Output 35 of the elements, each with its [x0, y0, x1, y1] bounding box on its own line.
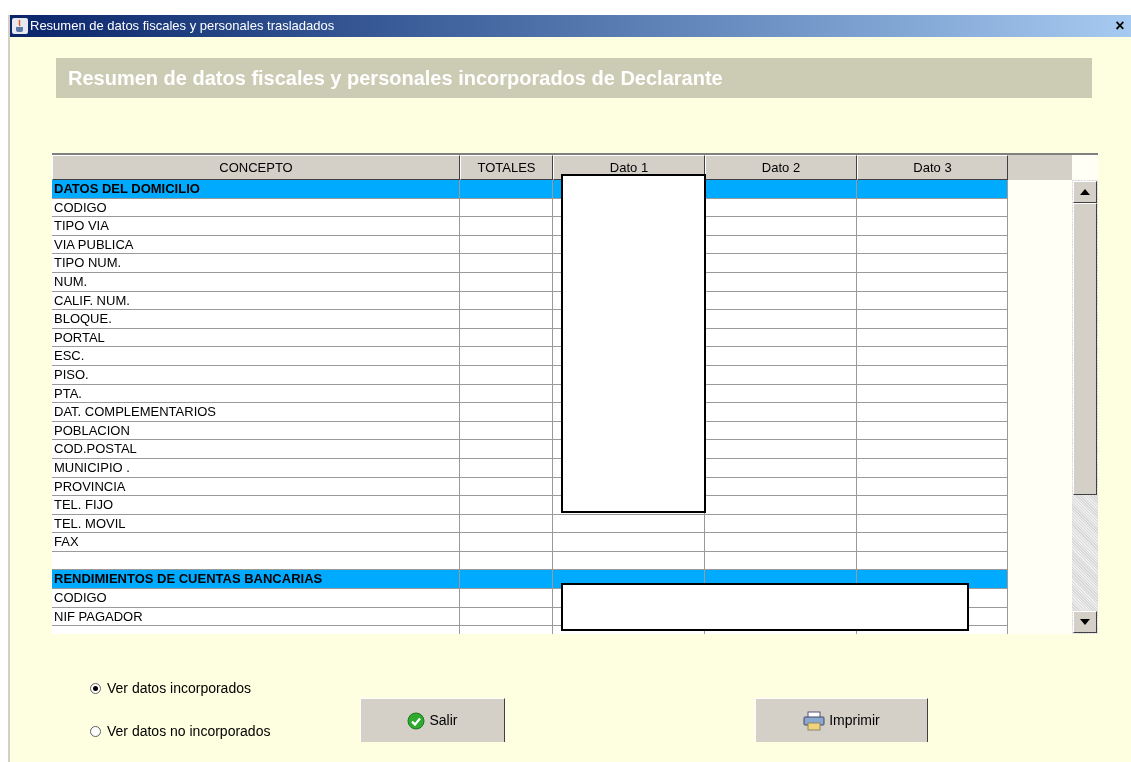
vertical-scrollbar[interactable]: [1072, 180, 1098, 634]
printer-icon: [803, 710, 826, 731]
header-filler: [1008, 155, 1072, 180]
banner-title: Resumen de datos fiscales y personales incorporados de Declarante: [56, 58, 1092, 98]
up-arrow-icon: [1080, 189, 1090, 195]
section-heading: DATOS DEL DOMICILIO: [52, 180, 460, 199]
print-button[interactable]: Imprimir: [755, 698, 928, 742]
scroll-thumb[interactable]: [1073, 203, 1097, 495]
row-label: BLOQUE.: [52, 310, 460, 329]
row-label: PISO.: [52, 365, 460, 385]
row-label: DAT. COMPLEMENTARIOS: [52, 403, 460, 422]
header-corner: [1072, 155, 1098, 180]
exit-button[interactable]: Salir: [360, 698, 505, 742]
row-label: TIPO VIA: [52, 217, 460, 236]
row-label: CODIGO: [52, 589, 460, 608]
row-label: NUM.: [52, 272, 460, 292]
column-header: Dato 3: [857, 155, 1008, 180]
row-label: TIPO NUM.: [52, 254, 460, 273]
row-label: ESC.: [52, 347, 460, 366]
coffee-cup-icon: [12, 18, 28, 34]
window-title: Resumen de datos fiscales y personales trasladados: [30, 17, 335, 36]
row-label: COD.POSTAL: [52, 440, 460, 459]
check-icon: [407, 711, 426, 730]
column-header: TOTALES: [460, 155, 553, 180]
column-header: Dato 2: [705, 155, 857, 180]
view-radio[interactable]: Ver datos no incorporados: [90, 721, 360, 742]
close-button[interactable]: ×: [1111, 17, 1129, 35]
row-label: TEL. FIJO: [52, 496, 460, 515]
down-arrow-icon: [1080, 619, 1090, 625]
view-radio[interactable]: Ver datos incorporados: [90, 678, 360, 699]
column-header: CONCEPTO: [52, 155, 460, 180]
row-label: MUNICIPIO .: [52, 458, 460, 478]
scroll-up-button[interactable]: [1073, 181, 1097, 203]
scroll-down-button[interactable]: [1073, 611, 1097, 633]
row-label: FAX: [52, 533, 460, 552]
